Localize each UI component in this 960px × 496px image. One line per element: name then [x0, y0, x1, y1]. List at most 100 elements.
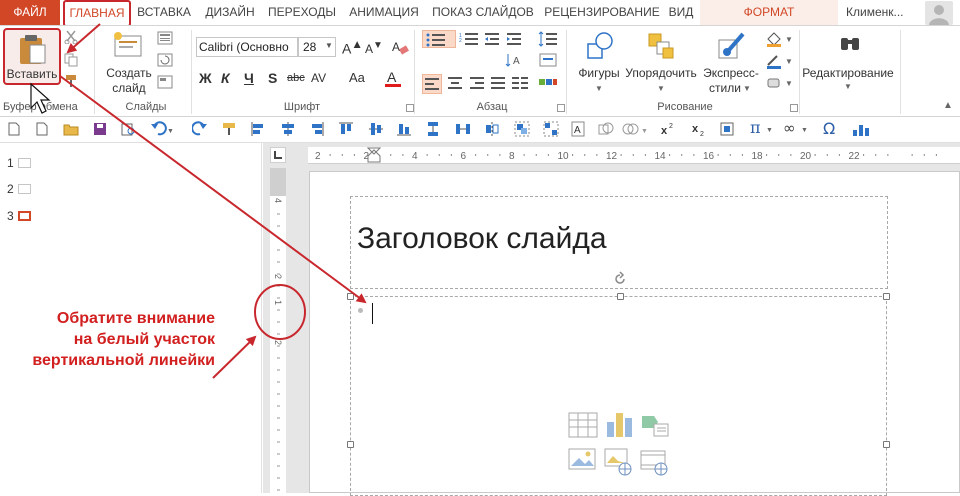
shape-outline-icon[interactable]: ▼	[765, 53, 793, 69]
bold-button[interactable]: Ж	[199, 70, 212, 86]
align-objects-bottom-icon[interactable]	[396, 121, 412, 137]
strikethrough-button[interactable]: abc	[287, 72, 305, 84]
dialog-launcher-icon[interactable]	[790, 104, 798, 112]
section-icon[interactable]	[157, 75, 177, 89]
smartart-icon[interactable]	[538, 74, 558, 90]
resize-handle[interactable]	[883, 441, 890, 448]
resize-handle[interactable]	[883, 293, 890, 300]
redo-icon[interactable]	[192, 121, 208, 137]
align-left-button[interactable]	[422, 74, 442, 94]
insert-video-icon[interactable]	[640, 448, 670, 476]
subscript-icon[interactable]: x2	[691, 121, 707, 137]
horizontal-ruler[interactable]: 2 2 4 6 8 10 12 14 16 18 20 22	[308, 147, 960, 164]
text-direction-icon[interactable]: A	[505, 52, 525, 68]
infinity-symbol-icon[interactable]: ∞ ▼	[782, 119, 810, 137]
flip-icon[interactable]	[484, 121, 500, 137]
resize-handle[interactable]	[617, 293, 624, 300]
shapes-button[interactable]: Фигуры ▼	[574, 30, 624, 96]
increase-indent-icon[interactable]	[506, 32, 522, 46]
indent-marker-icon[interactable]	[366, 147, 382, 163]
slide-title[interactable]: Заголовок слайда	[357, 222, 607, 256]
save-icon[interactable]	[93, 122, 107, 136]
tab-file[interactable]: ФАЙЛ	[0, 0, 60, 25]
grow-font-icon[interactable]: A▲	[342, 38, 363, 57]
font-color-button[interactable]: A	[384, 68, 402, 88]
ungroup-objects-icon[interactable]	[543, 121, 559, 137]
underline-button[interactable]: Ч	[244, 70, 254, 86]
italic-button[interactable]: К	[221, 70, 230, 86]
slide-thumbnail[interactable]	[18, 184, 31, 194]
merge-shapes-icon[interactable]	[598, 121, 614, 137]
align-objects-right-icon[interactable]	[309, 121, 325, 137]
align-text-icon[interactable]	[538, 52, 558, 68]
distribute-vertical-icon[interactable]	[425, 121, 441, 137]
copy-icon[interactable]	[64, 53, 78, 67]
tab-review[interactable]: РЕЦЕНЗИРОВАНИЕ	[540, 0, 664, 25]
align-objects-left-icon[interactable]	[250, 121, 266, 137]
justify-icon[interactable]	[491, 77, 505, 89]
layout-icon[interactable]	[157, 31, 177, 45]
blank-doc-icon[interactable]	[36, 122, 48, 136]
shadow-button[interactable]: S	[268, 70, 277, 86]
tab-transitions[interactable]: ПЕРЕХОДЫ	[264, 0, 340, 25]
format-painter-icon[interactable]	[221, 121, 237, 137]
decrease-indent-icon[interactable]	[484, 32, 500, 46]
font-name-select[interactable]: Calibri (Основно	[196, 37, 298, 57]
selection-pane-icon[interactable]	[719, 121, 735, 137]
shrink-font-icon[interactable]: A▼	[365, 40, 383, 56]
align-objects-top-icon[interactable]	[338, 121, 354, 137]
insert-table-icon[interactable]	[568, 412, 598, 438]
resize-handle[interactable]	[347, 441, 354, 448]
bullets-button[interactable]	[422, 30, 456, 48]
reset-icon[interactable]	[157, 53, 177, 67]
insert-chart-icon[interactable]	[604, 410, 634, 438]
chart-icon[interactable]	[852, 121, 870, 137]
new-slide-button[interactable]: Создать слайд	[104, 30, 154, 96]
user-name[interactable]: Клименк...	[846, 0, 904, 25]
equation-icon[interactable]: π ▼	[749, 119, 775, 137]
collapse-ribbon-icon[interactable]: ▲	[943, 100, 953, 111]
tab-slideshow[interactable]: ПОКАЗ СЛАЙДОВ	[428, 0, 538, 25]
cut-icon[interactable]	[64, 30, 78, 44]
resize-handle[interactable]	[347, 293, 354, 300]
print-preview-icon[interactable]	[120, 122, 136, 136]
undo-icon[interactable]: ▼	[150, 121, 174, 137]
char-spacing-button[interactable]: AV	[311, 71, 326, 85]
slide-thumbnail-selected[interactable]	[18, 211, 31, 221]
align-center-icon[interactable]	[448, 77, 462, 89]
group-objects-icon[interactable]	[514, 121, 530, 137]
distribute-horizontal-icon[interactable]	[455, 121, 471, 137]
avatar[interactable]	[925, 1, 953, 25]
quick-styles-button[interactable]: Экспресс- стили ▼	[699, 30, 763, 96]
align-objects-center-icon[interactable]	[280, 121, 296, 137]
arrange-button[interactable]: Упорядочить ▼	[623, 30, 699, 96]
tab-format[interactable]: ФОРМАТ	[700, 0, 838, 25]
slide-thumbnail[interactable]	[18, 158, 31, 168]
clear-formatting-icon[interactable]: A	[391, 39, 409, 55]
change-case-icon[interactable]: Aa	[349, 70, 365, 85]
open-folder-icon[interactable]	[63, 122, 79, 136]
superscript-icon[interactable]: x2	[660, 121, 676, 137]
tab-design[interactable]: ДИЗАЙН	[199, 0, 261, 25]
tab-home[interactable]: ГЛАВНАЯ	[63, 0, 131, 27]
align-objects-middle-icon[interactable]	[368, 121, 384, 137]
symbol-icon[interactable]: Ω	[821, 119, 839, 137]
rotate-handle-icon[interactable]	[612, 271, 628, 287]
tab-insert[interactable]: ВСТАВКА	[133, 0, 195, 25]
shape-union-icon[interactable]: ▼	[621, 121, 649, 137]
new-doc-icon[interactable]	[8, 122, 20, 136]
editing-button[interactable]: Редактирование ▼	[800, 30, 896, 96]
shape-fill-icon[interactable]: ▼	[765, 31, 793, 47]
insert-smartart-icon[interactable]	[640, 410, 670, 438]
tab-view[interactable]: ВИД	[666, 0, 696, 25]
font-size-select[interactable]: 28 ▼	[298, 37, 336, 57]
insert-picture-icon[interactable]	[568, 448, 598, 476]
textbox-icon[interactable]: A	[571, 121, 585, 137]
paste-button[interactable]: Вставить	[3, 28, 61, 85]
align-right-icon[interactable]	[470, 77, 484, 89]
tab-selector-icon[interactable]	[270, 147, 286, 163]
dialog-launcher-icon[interactable]	[557, 104, 565, 112]
insert-online-picture-icon[interactable]	[604, 448, 634, 476]
shape-effects-icon[interactable]: ▼	[765, 75, 793, 91]
numbering-icon[interactable]: 12	[459, 32, 481, 46]
